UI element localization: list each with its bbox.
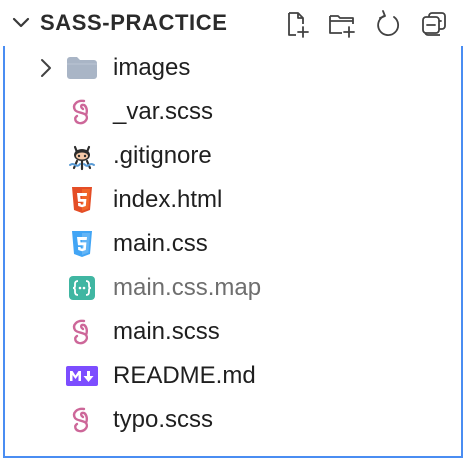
- new-folder-icon: [329, 15, 355, 38]
- markdown-icon: [66, 362, 98, 390]
- html5-icon: [66, 186, 98, 214]
- new-file-button[interactable]: [278, 7, 314, 41]
- sass-icon: [66, 406, 98, 434]
- tree-item-label: images: [113, 54, 191, 81]
- new-file-icon: [288, 12, 309, 38]
- sass-icon: [66, 98, 98, 126]
- tree-item-main-css-map[interactable]: main.css.map: [0, 266, 468, 310]
- tree-item-label: typo.scss: [113, 406, 214, 433]
- tree-item-gitignore[interactable]: .gitignore: [0, 134, 468, 178]
- tree-item-typo-scss[interactable]: typo.scss: [0, 398, 468, 442]
- new-folder-button[interactable]: [324, 7, 360, 41]
- github-octocat-icon: [66, 142, 98, 171]
- tree-item-label: main.scss: [113, 318, 220, 345]
- file-tree: images _var.scss .gitignore index.html m…: [0, 46, 468, 464]
- tree-item-label: index.html: [113, 186, 223, 213]
- tree-item-label: main.css: [113, 230, 208, 257]
- refresh-icon: [377, 10, 399, 36]
- tree-item-label: README.md: [113, 362, 256, 389]
- css3-icon: [66, 230, 98, 258]
- tree-item-index-html[interactable]: index.html: [0, 178, 468, 222]
- tree-item-readme-md[interactable]: README.md: [0, 354, 468, 398]
- tree-item-main-css[interactable]: main.css: [0, 222, 468, 266]
- chevron-down-icon[interactable]: [10, 12, 32, 34]
- tree-item-images-folder[interactable]: images: [0, 46, 468, 90]
- tree-item-main-scss[interactable]: main.scss: [0, 310, 468, 354]
- tree-item-label: main.css.map: [113, 274, 262, 301]
- tree-item-label: .gitignore: [113, 142, 212, 169]
- collapse-all-button[interactable]: [416, 7, 452, 41]
- tree-item-label: _var.scss: [113, 98, 214, 125]
- tree-item-var-scss[interactable]: _var.scss: [0, 90, 468, 134]
- folder-icon: [66, 54, 98, 82]
- explorer-title: SASS-PRACTICE: [40, 10, 228, 35]
- explorer-panel: SASS-PRACTICE images _var.scss .gitignor…: [0, 0, 468, 464]
- explorer-actions: [278, 7, 452, 41]
- refresh-button[interactable]: [370, 7, 406, 41]
- json-map-icon: [66, 274, 98, 302]
- chevron-right-icon[interactable]: [36, 57, 56, 79]
- collapse-all-icon: [422, 12, 446, 36]
- explorer-header[interactable]: SASS-PRACTICE: [0, 0, 468, 46]
- sass-icon: [66, 318, 98, 346]
